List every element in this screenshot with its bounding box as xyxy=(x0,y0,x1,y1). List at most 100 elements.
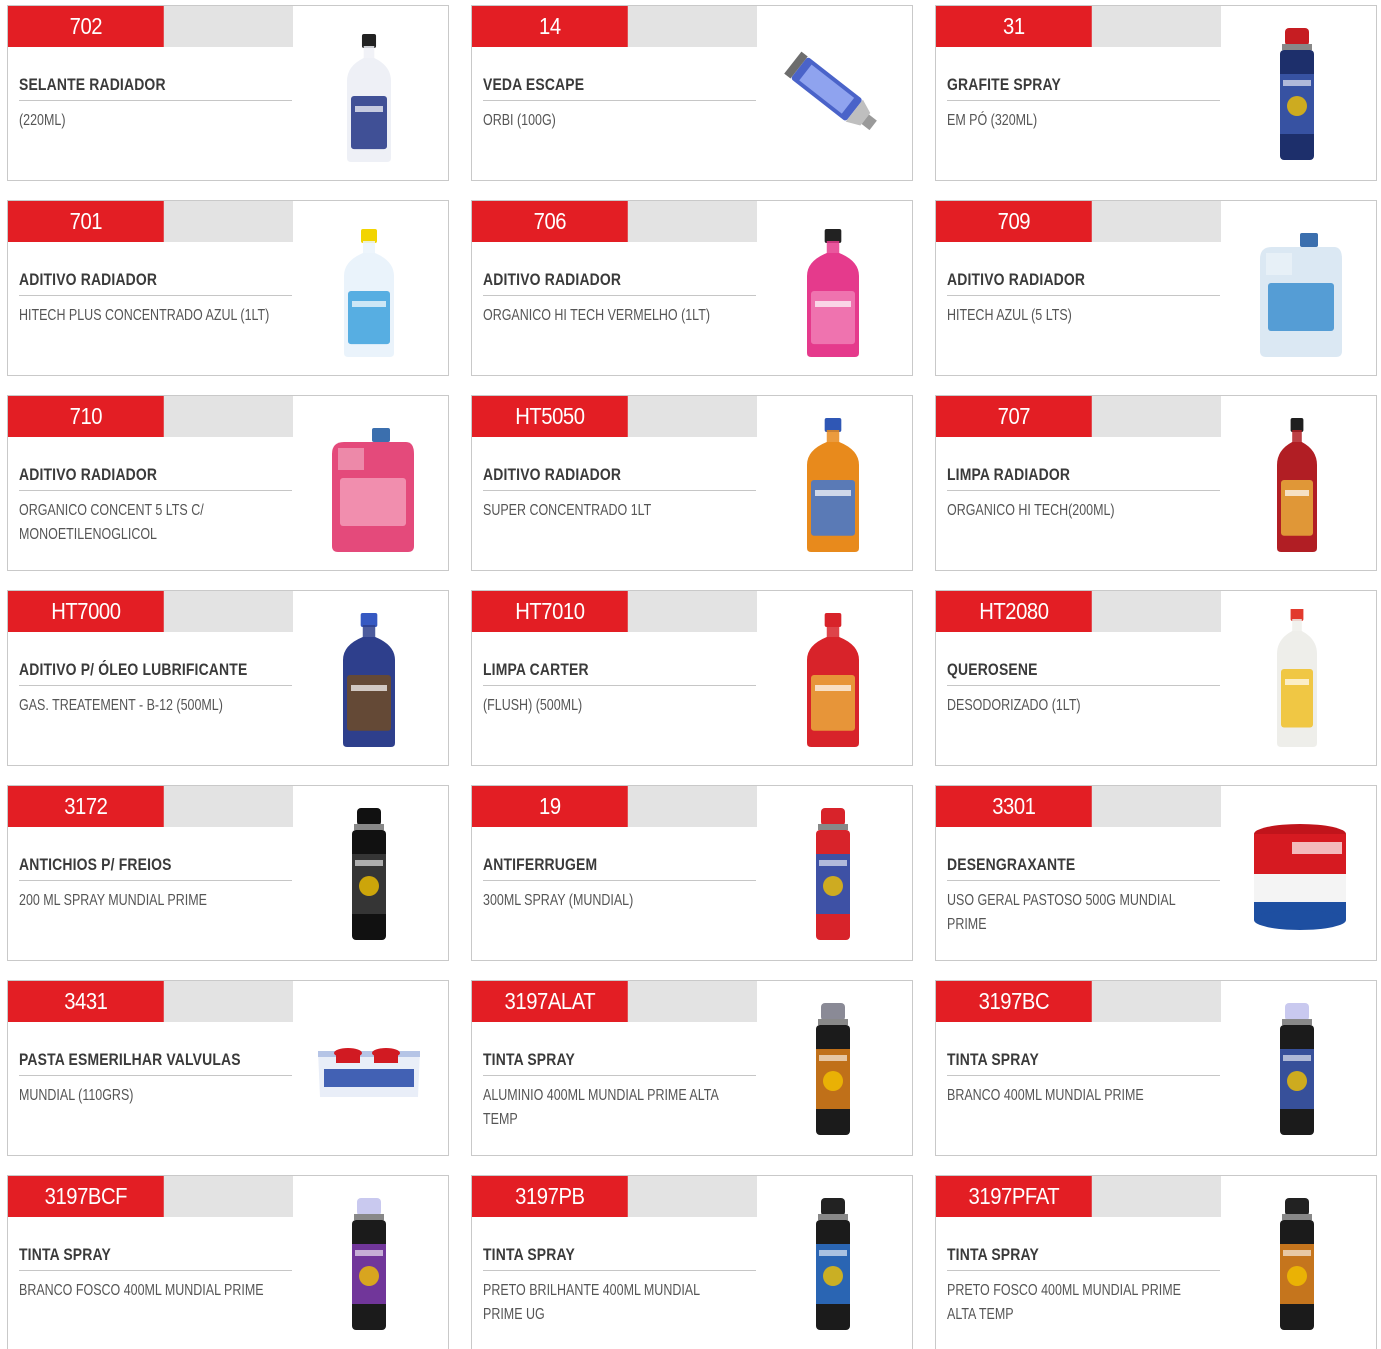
product-card: 3197PB TINTA SPRAY PRETO BRILHANTE 400ML… xyxy=(471,1175,913,1349)
product-code: 3197PB xyxy=(472,1176,628,1217)
product-description: 300ML SPRAY (MUNDIAL) xyxy=(483,892,634,909)
product-card: 19 ANTIFERRUGEM 300ML SPRAY (MUNDIAL) xyxy=(471,785,913,961)
degreaser-tub-icon xyxy=(1242,804,1352,944)
divider xyxy=(483,1270,756,1271)
product-code: 3172 xyxy=(8,786,164,827)
product-code: 3301 xyxy=(936,786,1092,827)
product-card: 31 GRAFITE SPRAY EM PÓ (320ML) xyxy=(935,5,1377,181)
divider xyxy=(19,490,292,491)
product-code: 706 xyxy=(472,201,628,242)
product-description: GAS. TREATEMENT - B-12 (500ML) xyxy=(19,697,223,714)
product-name: ADITIVO RADIADOR xyxy=(19,270,158,289)
divider xyxy=(947,295,1220,296)
product-name: ADITIVO RADIADOR xyxy=(19,465,158,484)
product-description: ALUMINIO 400ML MUNDIAL PRIME ALTA TEMP xyxy=(483,1087,719,1128)
product-description: EM PÓ (320ML) xyxy=(947,112,1038,129)
product-name: LIMPA CARTER xyxy=(483,660,589,679)
product-name: ADITIVO RADIADOR xyxy=(947,270,1086,289)
product-description: USO GERAL PASTOSO 500G MUNDIAL PRIME xyxy=(947,892,1176,933)
divider xyxy=(19,100,292,101)
product-description: HITECH PLUS CONCENTRADO AZUL (1LT) xyxy=(19,307,270,324)
product-name: DESENGRAXANTE xyxy=(947,855,1076,874)
product-card: 702 SELANTE RADIADOR (220ML) xyxy=(7,5,449,181)
product-name: ANTICHIOS P/ FREIOS xyxy=(19,855,172,874)
divider xyxy=(947,1075,1220,1076)
black-spray-can-icon xyxy=(314,804,424,944)
product-name: SELANTE RADIADOR xyxy=(19,75,166,94)
product-description: 200 ML SPRAY MUNDIAL PRIME xyxy=(19,892,207,909)
product-card: 701 ADITIVO RADIADOR HITECH PLUS CONCENT… xyxy=(7,200,449,376)
product-code: 710 xyxy=(8,396,164,437)
product-description: ORGANICO HI TECH VERMELHO (1LT) xyxy=(483,307,710,324)
pink-coolant-jug-icon xyxy=(314,414,424,554)
product-card: 3431 PASTA ESMERILHAR VALVULAS MUNDIAL (… xyxy=(7,980,449,1156)
product-name: TINTA SPRAY xyxy=(483,1050,575,1069)
product-card: HT5050 ADITIVO RADIADOR SUPER CONCENTRAD… xyxy=(471,395,913,571)
product-card: 14 VEDA ESCAPE ORBI (100G) xyxy=(471,5,913,181)
flush-bottle-icon xyxy=(778,609,888,749)
product-description: PRETO BRILHANTE 400ML MUNDIAL PRIME UG xyxy=(483,1282,700,1323)
divider xyxy=(19,685,292,686)
product-description: (220ML) xyxy=(19,112,66,129)
product-description: BRANCO 400ML MUNDIAL PRIME xyxy=(947,1087,1144,1104)
product-code: HT7010 xyxy=(472,591,628,632)
radiator-sealant-bottle-icon xyxy=(314,24,424,164)
product-description: ORGANICO HI TECH(200ML) xyxy=(947,502,1115,519)
product-name: TINTA SPRAY xyxy=(947,1245,1039,1264)
divider xyxy=(947,1270,1220,1271)
kerosene-bottle-icon xyxy=(1242,609,1352,749)
divider xyxy=(483,880,756,881)
product-code: 707 xyxy=(936,396,1092,437)
product-card: 706 ADITIVO RADIADOR ORGANICO HI TECH VE… xyxy=(471,200,913,376)
product-card: HT7000 ADITIVO P/ ÓLEO LUBRIFICANTE GAS.… xyxy=(7,590,449,766)
divider xyxy=(19,1270,292,1271)
product-name: QUEROSENE xyxy=(947,660,1038,679)
product-code: 3197ALAT xyxy=(472,981,628,1022)
divider xyxy=(19,880,292,881)
product-description: DESODORIZADO (1LT) xyxy=(947,697,1081,714)
blue-coolant-bottle-icon xyxy=(314,219,424,359)
product-code: HT5050 xyxy=(472,396,628,437)
product-name: ANTIFERRUGEM xyxy=(483,855,598,874)
product-description: (FLUSH) (500ML) xyxy=(483,697,583,714)
red-cleaner-bottle-icon xyxy=(1242,414,1352,554)
divider xyxy=(483,1075,756,1076)
product-grid: 702 SELANTE RADIADOR (220ML) 14 VEDA ESC… xyxy=(7,5,1377,1349)
product-card: 707 LIMPA RADIADOR ORGANICO HI TECH(200M… xyxy=(935,395,1377,571)
product-code: 701 xyxy=(8,201,164,242)
product-code: 3197BC xyxy=(936,981,1092,1022)
white-paint-spray-icon xyxy=(1242,999,1352,1139)
divider xyxy=(483,685,756,686)
pink-coolant-bottle-icon xyxy=(778,219,888,359)
product-code: 3431 xyxy=(8,981,164,1022)
product-code: 3197PFAT xyxy=(936,1176,1092,1217)
product-card: 709 ADITIVO RADIADOR HITECH AZUL (5 LTS) xyxy=(935,200,1377,376)
product-code: 3197BCF xyxy=(8,1176,164,1217)
product-card: 3301 DESENGRAXANTE USO GERAL PASTOSO 500… xyxy=(935,785,1377,961)
product-description: SUPER CONCENTRADO 1LT xyxy=(483,502,652,519)
graphite-spray-can-icon xyxy=(1242,24,1352,164)
divider xyxy=(947,490,1220,491)
product-code: 31 xyxy=(936,6,1092,47)
product-name: TINTA SPRAY xyxy=(947,1050,1039,1069)
divider xyxy=(483,490,756,491)
product-code: 14 xyxy=(472,6,628,47)
divider xyxy=(483,295,756,296)
gloss-black-paint-spray-icon xyxy=(778,1194,888,1334)
product-name: TINTA SPRAY xyxy=(483,1245,575,1264)
product-description: BRANCO FOSCO 400ML MUNDIAL PRIME xyxy=(19,1282,264,1299)
product-code: 702 xyxy=(8,6,164,47)
blue-coolant-jug-icon xyxy=(1242,219,1352,359)
product-name: GRAFITE SPRAY xyxy=(947,75,1061,94)
orange-additive-bottle-icon xyxy=(778,414,888,554)
divider xyxy=(19,1075,292,1076)
product-card: HT7010 LIMPA CARTER (FLUSH) (500ML) xyxy=(471,590,913,766)
product-card: 3197BCF TINTA SPRAY BRANCO FOSCO 400ML M… xyxy=(7,1175,449,1349)
product-name: ADITIVO RADIADOR xyxy=(483,270,622,289)
product-description: MUNDIAL (110GRS) xyxy=(19,1087,134,1104)
product-code: 709 xyxy=(936,201,1092,242)
product-card: 3172 ANTICHIOS P/ FREIOS 200 ML SPRAY MU… xyxy=(7,785,449,961)
product-card: 3197ALAT TINTA SPRAY ALUMINIO 400ML MUND… xyxy=(471,980,913,1156)
matte-white-paint-spray-icon xyxy=(314,1194,424,1334)
product-card: 710 ADITIVO RADIADOR ORGANICO CONCENT 5 … xyxy=(7,395,449,571)
